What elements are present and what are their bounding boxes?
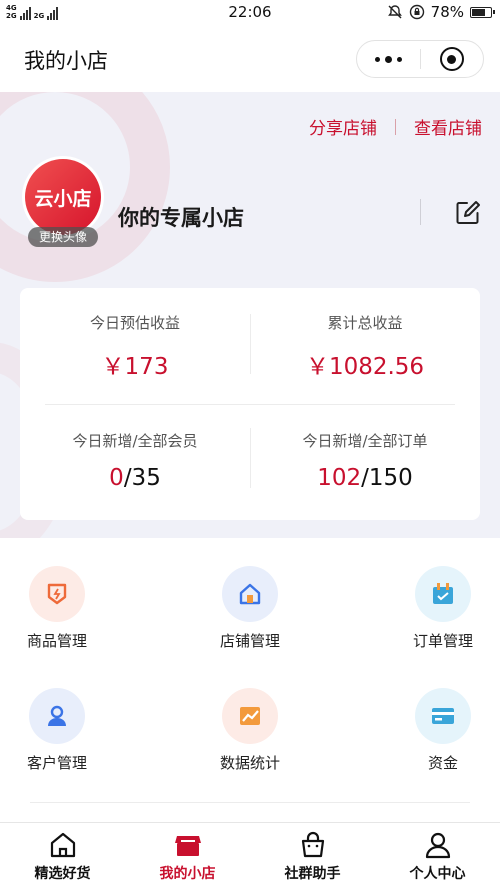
menu-label-orders: 订单管理	[412, 632, 473, 650]
menu-label-customers: 客户管理	[26, 754, 87, 772]
edit-icon[interactable]	[455, 200, 481, 226]
share-store-link[interactable]: 分享店铺	[309, 114, 377, 139]
members-value: 0/35	[20, 465, 250, 491]
tab-label-my-store: 我的小店	[159, 866, 216, 882]
order-calendar-icon	[415, 566, 471, 622]
rotation-lock-icon	[409, 4, 424, 20]
wallet-card-icon	[415, 688, 471, 744]
members-label: 今日新增/全部会员	[72, 432, 198, 450]
orders-value: 102/150	[250, 465, 480, 491]
total-income-label: 累计总收益	[327, 314, 403, 332]
home-icon	[46, 829, 80, 861]
members-stat[interactable]: 今日新增/全部会员 0/35	[20, 430, 250, 491]
header-links: 分享店铺 查看店铺	[309, 114, 482, 139]
tab-community[interactable]: 社群助手	[250, 823, 375, 888]
avatar-logo: 云小店	[25, 159, 101, 235]
status-bar: 4G 2G 2G 22:06 78%	[0, 0, 500, 26]
menu-item-customers[interactable]: 客户管理	[2, 688, 112, 773]
menu-label-goods: 商品管理	[26, 632, 87, 650]
close-miniprogram-button[interactable]	[421, 41, 483, 77]
tab-label-profile: 个人中心	[409, 866, 466, 882]
mute-icon	[387, 5, 402, 19]
edit-divider	[420, 199, 421, 225]
menu-label-store: 店铺管理	[219, 632, 280, 650]
link-divider	[395, 118, 396, 135]
tab-featured[interactable]: 精选好货	[0, 823, 125, 888]
bag-icon	[296, 829, 330, 861]
page-title: 我的小店	[24, 49, 108, 73]
tab-profile[interactable]: 个人中心	[375, 823, 500, 888]
battery-icon	[470, 6, 495, 18]
miniprogram-capsule	[356, 40, 484, 78]
shop-icon	[171, 829, 205, 861]
store-name: 你的专属小店	[118, 206, 244, 230]
orders-stat[interactable]: 今日新增/全部订单 102/150	[250, 430, 480, 491]
bottom-tab-bar: 精选好货 我的小店 社群助手 个人中心	[0, 822, 500, 888]
orders-new-count: 102	[317, 465, 362, 491]
more-button[interactable]	[357, 41, 420, 77]
more-dot-icon	[385, 55, 392, 63]
today-income-label: 今日预估收益	[89, 314, 180, 332]
orders-total-count: /150	[361, 465, 413, 491]
avatar[interactable]: 云小店	[22, 156, 104, 238]
target-icon	[439, 47, 464, 71]
customer-icon	[29, 688, 85, 744]
menu-label-data: 数据统计	[219, 754, 280, 772]
view-store-link[interactable]: 查看店铺	[414, 114, 482, 139]
store-header: 分享店铺 查看店铺 云小店 更换头像 你的专属小店 今日预估收益 ￥173 累计…	[0, 92, 500, 538]
menu-item-goods[interactable]: 商品管理	[2, 566, 112, 651]
menu-divider	[30, 802, 470, 803]
members-total-count: /35	[123, 465, 161, 491]
total-income-value: ￥1082.56	[305, 354, 425, 380]
tab-label-community: 社群助手	[284, 866, 341, 882]
menu-item-store[interactable]: 店铺管理	[195, 566, 305, 651]
menu-item-orders[interactable]: 订单管理	[388, 566, 498, 651]
more-dot-icon	[397, 56, 402, 62]
management-menu: 商品管理 店铺管理 订单管理 客户管理 数据统计 资金	[0, 538, 500, 820]
orders-label: 今日新增/全部订单	[302, 432, 428, 450]
change-avatar-button[interactable]: 更换头像	[28, 227, 98, 247]
tab-my-store[interactable]: 我的小店	[125, 823, 250, 888]
menu-item-funds[interactable]: 资金	[388, 688, 498, 773]
stats-card: 今日预估收益 ￥173 累计总收益 ￥1082.56 今日新增/全部会员 0/3…	[20, 288, 480, 520]
more-dot-icon	[375, 56, 380, 62]
menu-label-funds: 资金	[427, 754, 458, 772]
today-income-stat[interactable]: 今日预估收益 ￥173	[20, 312, 250, 381]
person-icon	[421, 829, 455, 861]
tab-label-featured: 精选好货	[34, 866, 91, 882]
store-home-icon	[222, 566, 278, 622]
battery-percent: 78%	[430, 3, 464, 21]
goods-icon	[29, 566, 85, 622]
total-income-stat[interactable]: 累计总收益 ￥1082.56	[250, 312, 480, 381]
members-new-count: 0	[109, 465, 124, 491]
stat-divider	[250, 314, 251, 374]
today-income-value: ￥173	[101, 354, 169, 380]
chart-icon	[222, 688, 278, 744]
menu-item-data[interactable]: 数据统计	[195, 688, 305, 773]
navigation-bar: 我的小店	[0, 26, 500, 92]
stat-divider	[45, 404, 455, 405]
